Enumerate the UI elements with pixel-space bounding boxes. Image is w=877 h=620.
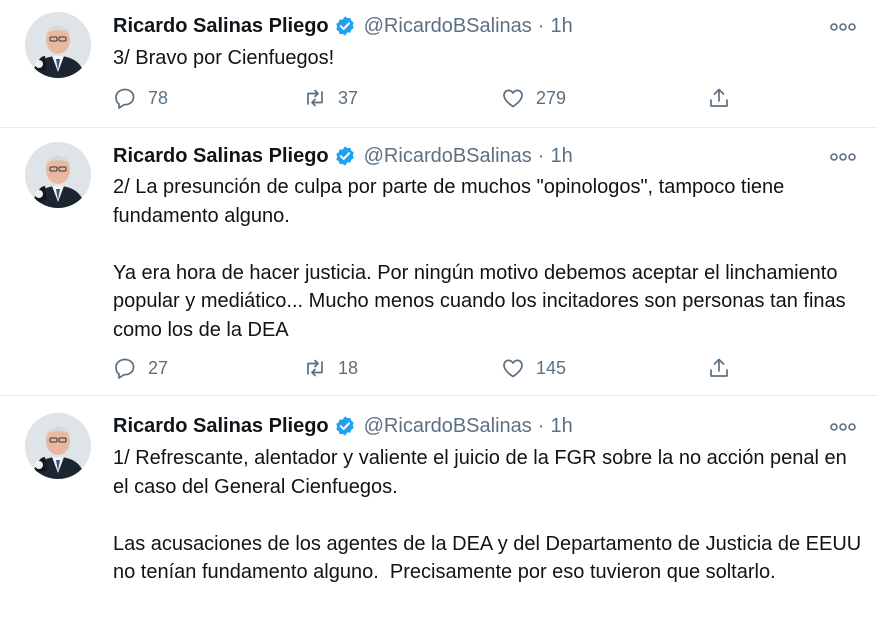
- author-name[interactable]: Ricardo Salinas Pliego: [113, 15, 329, 38]
- share-icon: [710, 358, 728, 377]
- tweet-header: Ricardo Salinas Pliego @RicardoBSalinas …: [113, 143, 573, 169]
- separator: ·: [537, 414, 545, 437]
- share-button[interactable]: [707, 354, 731, 382]
- avatar[interactable]: [25, 142, 91, 208]
- avatar-image: [25, 413, 91, 479]
- heart-icon: [503, 89, 523, 108]
- author-name[interactable]: Ricardo Salinas Pliego: [113, 145, 329, 168]
- retweet-icon: [307, 89, 323, 107]
- tweet-text: 3/ Bravo por Cienfuegos!: [113, 47, 335, 69]
- author-handle[interactable]: @RicardoBSalinas: [364, 415, 532, 438]
- avatar-image: [25, 12, 91, 78]
- reply-icon: [115, 358, 135, 379]
- more-icon[interactable]: [830, 420, 856, 432]
- separator: ·: [537, 14, 545, 37]
- like-count: 145: [536, 357, 567, 378]
- avatar-image: [25, 142, 91, 208]
- verified-badge-icon: [334, 145, 356, 167]
- retweet-count: 37: [338, 87, 359, 108]
- tweet-actions: 27 18 145: [113, 354, 833, 382]
- author-handle[interactable]: @RicardoBSalinas: [364, 15, 532, 38]
- reply-button[interactable]: 78: [113, 84, 168, 112]
- tweet-2[interactable]: Ricardo Salinas Pliego @RicardoBSalinas …: [0, 128, 877, 393]
- like-button[interactable]: 279: [501, 84, 566, 112]
- retweet-button[interactable]: 37: [303, 84, 358, 112]
- more-icon[interactable]: [830, 20, 856, 32]
- tweet-feed: Ricardo Salinas Pliego @RicardoBSalinas …: [0, 0, 877, 620]
- avatar[interactable]: [25, 12, 91, 78]
- tweet-header: Ricardo Salinas Pliego @RicardoBSalinas …: [113, 13, 573, 39]
- retweet-count: 18: [338, 357, 359, 378]
- like-count: 279: [536, 87, 567, 108]
- author-handle[interactable]: @RicardoBSalinas: [364, 145, 532, 168]
- tweet-3[interactable]: Ricardo Salinas Pliego @RicardoBSalinas …: [0, 396, 877, 620]
- tweet-text: 2/ La presunción de culpa por parte de m…: [113, 176, 846, 341]
- separator: ·: [537, 144, 545, 167]
- reply-icon: [115, 88, 135, 109]
- reply-button[interactable]: 27: [113, 354, 168, 382]
- tweet-actions: 78 37 279: [113, 84, 833, 112]
- timestamp[interactable]: 1h: [550, 415, 572, 438]
- reply-count: 78: [148, 87, 169, 108]
- timestamp[interactable]: 1h: [550, 15, 572, 38]
- tweet-header: Ricardo Salinas Pliego @RicardoBSalinas …: [113, 413, 573, 439]
- timestamp[interactable]: 1h: [550, 145, 572, 168]
- more-icon[interactable]: [830, 150, 856, 162]
- tweet-1[interactable]: Ricardo Salinas Pliego @RicardoBSalinas …: [0, 0, 877, 127]
- retweet-icon: [307, 359, 323, 377]
- author-name[interactable]: Ricardo Salinas Pliego: [113, 415, 329, 438]
- reply-count: 27: [148, 357, 169, 378]
- heart-icon: [503, 359, 523, 378]
- like-button[interactable]: 145: [501, 354, 566, 382]
- share-button[interactable]: [707, 84, 731, 112]
- share-icon: [710, 88, 728, 107]
- tweet-text: 1/ Refrescante, alentador y valiente el …: [113, 447, 862, 583]
- verified-badge-icon: [334, 415, 356, 437]
- verified-badge-icon: [334, 15, 356, 37]
- retweet-button[interactable]: 18: [303, 354, 358, 382]
- avatar[interactable]: [25, 413, 91, 479]
